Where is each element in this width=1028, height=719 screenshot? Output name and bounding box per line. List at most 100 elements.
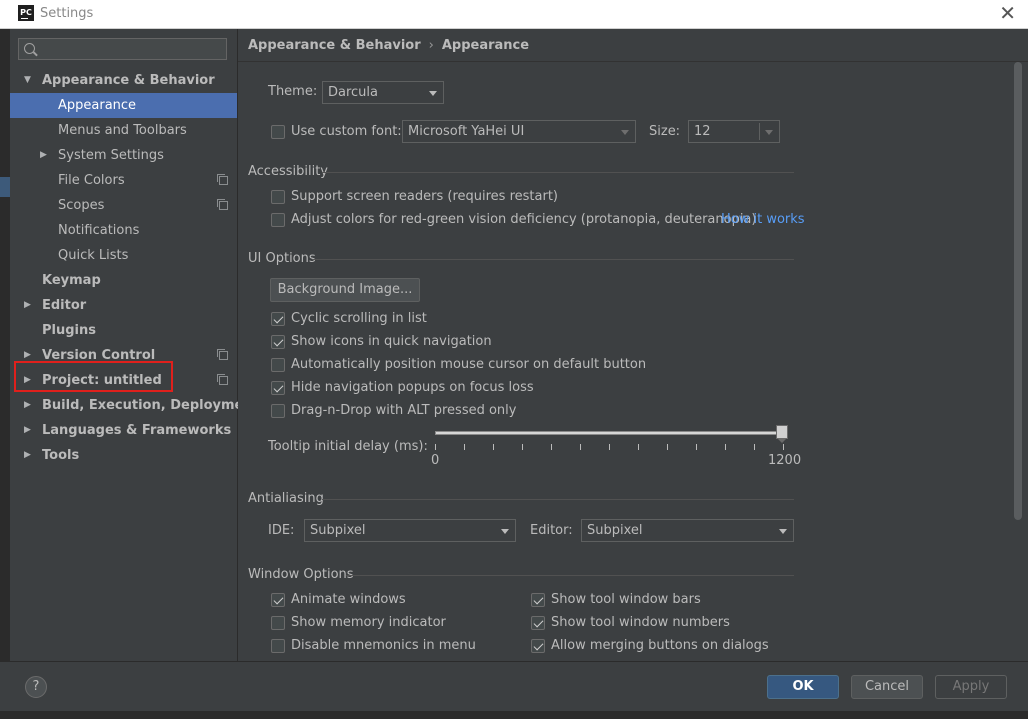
slider-tick [754,444,755,450]
breadcrumb-separator: › [428,38,434,53]
sidebar-item-languages-frameworks[interactable]: ▶ Languages & Frameworks [10,418,237,443]
breadcrumb-current: Appearance [441,38,530,53]
sidebar-item-menus-toolbars[interactable]: Menus and Toolbars [10,118,237,143]
red-highlight-annotation [14,361,173,392]
theme-dropdown[interactable]: Darcula [322,81,444,104]
slider-tick [609,444,610,450]
accessibility-title: Accessibility [248,164,328,179]
color-deficiency-checkbox[interactable] [271,213,285,227]
show-icons-label: Show icons in quick navigation [291,334,492,349]
sidebar-item-tools[interactable]: ▶ Tools [10,443,237,468]
sidebar-item-label: Appearance & Behavior [42,73,215,88]
font-dropdown[interactable]: Microsoft YaHei UI [402,120,636,143]
chevron-down-icon [429,91,437,96]
hide-popups-checkbox[interactable] [271,381,285,395]
breadcrumb: Appearance & Behavior › Appearance [248,38,529,53]
merging-buttons-label: Allow merging buttons on dialogs [551,638,769,653]
close-icon[interactable]: ✕ [999,3,1016,23]
memory-indicator-checkbox[interactable] [271,616,285,630]
cyclic-scrolling-checkbox[interactable] [271,312,285,326]
sidebar-item-notifications[interactable]: Notifications [10,218,237,243]
merging-buttons-checkbox[interactable] [531,639,545,653]
sidebar-item-editor[interactable]: ▶ Editor [10,293,237,318]
help-button[interactable]: ? [25,676,47,698]
sidebar-item-appearance[interactable]: Appearance [10,93,237,118]
font-size-combo[interactable]: 12 [688,120,780,143]
breadcrumb-parent[interactable]: Appearance & Behavior [248,38,421,53]
sidebar-item-label: Quick Lists [58,248,129,263]
animate-windows-checkbox[interactable] [271,593,285,607]
chevron-right-icon: ▶ [24,300,31,310]
tool-window-numbers-label: Show tool window numbers [551,615,730,630]
sidebar-item-quick-lists[interactable]: Quick Lists [10,243,237,268]
background-window-strip [0,711,1028,719]
apply-button[interactable]: Apply [935,675,1007,699]
drag-n-drop-checkbox[interactable] [271,404,285,418]
sidebar-item-scopes[interactable]: Scopes [10,193,237,218]
sidebar-item-build-execution-deployment[interactable]: ▶ Build, Execution, Deployment [10,393,259,418]
tool-window-bars-checkbox[interactable] [531,593,545,607]
disable-mnemonics-checkbox[interactable] [271,639,285,653]
sidebar-item-label: Languages & Frameworks [42,423,232,438]
slider-thumb[interactable] [776,425,788,443]
sidebar-item-system-settings[interactable]: ▶ System Settings [10,143,237,168]
disable-mnemonics-label: Disable mnemonics in menu [291,638,476,653]
pycharm-app-icon: PC [18,5,34,21]
font-size-value: 12 [694,124,711,139]
theme-value: Darcula [328,85,379,100]
chevron-right-icon: ▶ [40,150,47,160]
sidebar-item-appearance-behavior[interactable]: ▼ Appearance & Behavior [10,68,237,93]
tool-window-bars-label: Show tool window bars [551,592,701,607]
sidebar-item-label: System Settings [58,148,164,163]
slider-tick [667,444,668,450]
background-image-button[interactable]: Background Image... [270,278,420,302]
font-value: Microsoft YaHei UI [408,124,525,139]
chevron-right-icon: ▶ [24,425,31,435]
chevron-down-icon [779,529,787,534]
sidebar-item-label: Tools [42,448,80,463]
screen-readers-label: Support screen readers (requires restart… [291,189,558,204]
slider-max-label: 1200 [768,453,802,468]
window-options-title: Window Options [248,567,354,582]
section-divider [312,259,794,260]
ide-antialiasing-dropdown[interactable]: Subpixel [304,519,516,542]
antialiasing-title: Antialiasing [248,491,324,506]
project-scope-icon [217,199,228,210]
custom-font-checkbox[interactable] [271,125,285,139]
section-divider [346,575,794,576]
combo-divider [759,123,760,140]
title-bar: PC Settings ✕ [0,0,1028,29]
chevron-down-icon: ▼ [24,75,31,85]
auto-position-cursor-checkbox[interactable] [271,358,285,372]
sidebar-item-label: Scopes [58,198,105,213]
show-icons-checkbox[interactable] [271,335,285,349]
chevron-down-icon [621,130,629,135]
editor-aa-label: Editor: [530,523,573,538]
ok-button[interactable]: OK [767,675,839,699]
sidebar-item-file-colors[interactable]: File Colors [10,168,237,193]
sidebar-item-label: Notifications [58,223,140,238]
cancel-button[interactable]: Cancel [851,675,923,699]
editor-aa-value: Subpixel [587,523,643,538]
tooltip-delay-slider[interactable] [435,431,783,435]
chevron-right-icon: ▶ [24,450,31,460]
tool-window-numbers-checkbox[interactable] [531,616,545,630]
screen-readers-checkbox[interactable] [271,190,285,204]
search-icon [24,43,35,54]
ide-aa-value: Subpixel [310,523,366,538]
drag-n-drop-label: Drag-n-Drop with ALT pressed only [291,403,517,418]
chevron-down-icon [765,130,773,135]
search-input[interactable] [18,38,227,60]
vertical-scrollbar[interactable] [1014,62,1022,520]
slider-tick [522,444,523,450]
editor-antialiasing-dropdown[interactable]: Subpixel [581,519,794,542]
ui-options-title: UI Options [248,251,316,266]
sidebar-item-keymap[interactable]: Keymap [10,268,237,293]
sidebar-item-plugins[interactable]: Plugins [10,318,237,343]
project-scope-icon [217,349,228,360]
tooltip-delay-label: Tooltip initial delay (ms): [268,439,428,454]
slider-tick [435,444,436,450]
how-it-works-link[interactable]: How it works [721,212,805,227]
window-title: Settings [40,6,94,21]
sidebar-item-label: File Colors [58,173,125,188]
